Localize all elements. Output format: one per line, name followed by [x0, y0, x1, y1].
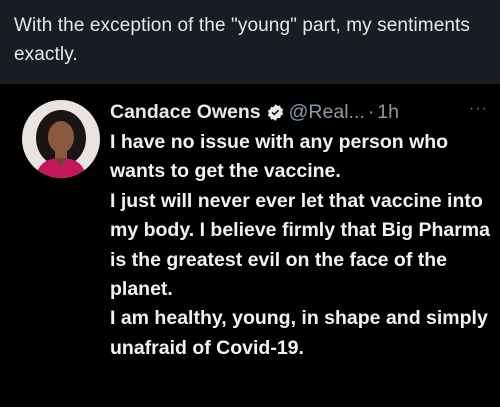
- author-name[interactable]: Candace Owens: [110, 101, 261, 124]
- header-separator: ·: [367, 100, 375, 123]
- tweet-timestamp[interactable]: 1h: [377, 101, 399, 124]
- screenshot-page: With the exception of the "young" part, …: [0, 0, 500, 407]
- quote-post: With the exception of the "young" part, …: [0, 0, 500, 84]
- verified-badge-icon: [266, 103, 285, 122]
- embedded-tweet[interactable]: Candace Owens @Real... · 1h ··· I have n…: [0, 84, 500, 407]
- post-text: With the exception of the "young" part, …: [14, 15, 471, 65]
- author-handle[interactable]: @Real...: [289, 101, 365, 124]
- more-options-icon[interactable]: ···: [469, 100, 488, 118]
- profile-photo-icon: [22, 100, 100, 178]
- tweet-text: I have no issue with any person who want…: [110, 131, 490, 359]
- tweet-header: Candace Owens @Real... · 1h: [110, 98, 399, 126]
- avatar[interactable]: [22, 100, 100, 178]
